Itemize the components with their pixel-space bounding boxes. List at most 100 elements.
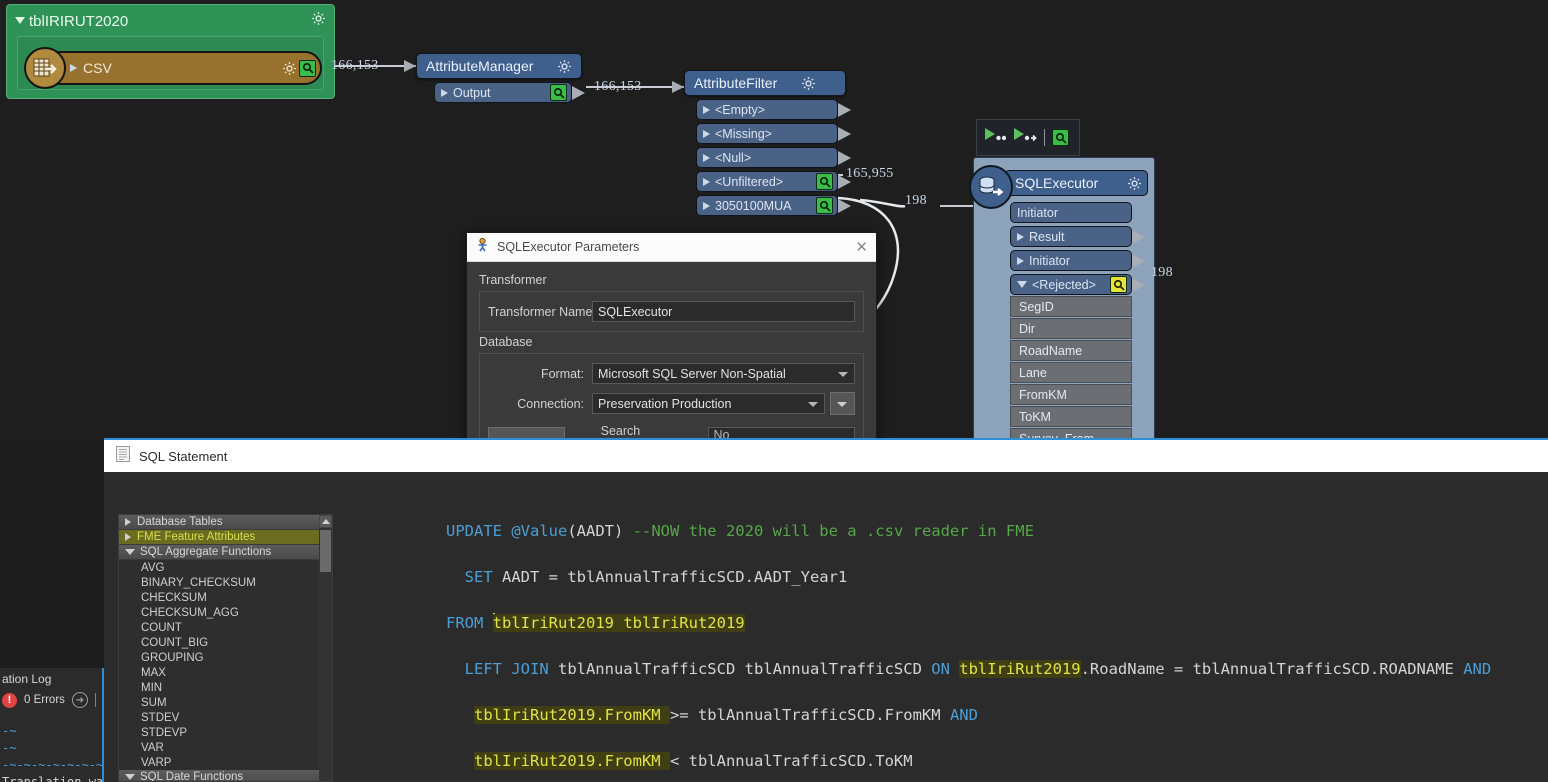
tree-group-sql-aggregate-functions[interactable]: SQL Aggregate Functions <box>119 545 332 560</box>
expand-caret-icon[interactable] <box>703 177 710 186</box>
tree-item-function[interactable]: COUNT_BIG <box>119 635 332 650</box>
scrollbar-thumb[interactable] <box>320 530 331 572</box>
port-3050100mua[interactable]: 3050100MUA <box>696 195 851 216</box>
sql-statement-panel[interactable]: SQL Statement Database Tables FME Featur… <box>104 438 1548 782</box>
tree-item-function[interactable]: MIN <box>119 680 332 695</box>
feature-count: 198 <box>1151 265 1173 280</box>
tree-group-database-tables[interactable]: Database Tables <box>119 515 332 530</box>
connection-menu-button[interactable] <box>830 392 855 415</box>
expand-caret-icon[interactable] <box>441 88 448 97</box>
chevron-down-icon[interactable] <box>125 774 135 780</box>
chevron-down-icon[interactable] <box>808 402 818 407</box>
sql-functions-tree[interactable]: Database Tables FME Feature Attributes S… <box>118 514 333 782</box>
reader-port-bar[interactable]: CSV <box>42 51 322 85</box>
tree-item-function[interactable]: STDEV <box>119 710 332 725</box>
tree-scrollbar[interactable] <box>319 515 332 781</box>
bookmark-collapse-caret-icon[interactable] <box>15 17 25 24</box>
tree-item-function[interactable]: AVG <box>119 560 332 575</box>
gear-icon[interactable] <box>545 59 572 74</box>
tree-item-function[interactable]: CHECKSUM_AGG <box>119 605 332 620</box>
feature-count: 166,153 <box>331 58 379 73</box>
tree-item-function[interactable]: SUM <box>119 695 332 710</box>
port-result[interactable]: Result <box>1010 226 1145 247</box>
port-output[interactable]: Output <box>434 82 585 103</box>
group-label-database: Database <box>479 335 533 349</box>
dialog-titlebar[interactable]: SQLExecutor Parameters ✕ <box>467 233 876 262</box>
tree-group-sql-date-functions[interactable]: SQL Date Functions <box>119 770 332 781</box>
chevron-right-icon[interactable] <box>125 533 131 541</box>
transformer-header[interactable]: AttributeManager <box>416 53 582 79</box>
port-empty[interactable]: <Empty> <box>696 99 851 120</box>
sqlexecutor-parameters-dialog[interactable]: SQLExecutor Parameters ✕ Transformer Tra… <box>466 232 877 440</box>
circle-arrow-right-icon[interactable]: ➔ <box>71 692 88 708</box>
expand-caret-icon[interactable] <box>1017 256 1024 265</box>
port-rejected[interactable]: <Rejected> <box>1010 274 1145 295</box>
port-initiator-output[interactable]: Initiator <box>1010 250 1145 271</box>
inspect-icon[interactable] <box>1052 129 1069 146</box>
expand-caret-icon[interactable] <box>1017 232 1024 241</box>
sql-code-editor[interactable]: UPDATE @Value(AADT) --NOW the 2020 will … <box>440 508 1548 782</box>
expand-caret-icon[interactable] <box>703 153 710 162</box>
gear-icon[interactable] <box>282 61 297 76</box>
node-mini-toolbar[interactable] <box>976 119 1080 156</box>
tree-item-function[interactable]: STDEVP <box>119 725 332 740</box>
expand-caret-icon[interactable] <box>703 201 710 210</box>
close-icon[interactable]: ✕ <box>855 240 868 255</box>
code-token-highlighted: tblIriRut2019 <box>959 660 1081 678</box>
transformer-header[interactable]: AttributeFilter <box>684 70 846 96</box>
fme-transformer-icon <box>475 237 490 257</box>
port-null[interactable]: <Null> <box>696 147 851 168</box>
expand-caret-icon[interactable] <box>703 105 710 114</box>
tree-item-function[interactable]: GROUPING <box>119 650 332 665</box>
tree-item-function[interactable]: VARP <box>119 755 332 770</box>
chevron-down-icon[interactable] <box>125 549 135 555</box>
run-from-here-icon[interactable] <box>1013 127 1037 148</box>
workspace-canvas[interactable]: tblIRIRUT2020 CSV AttributeManager Outpu… <box>0 0 1548 440</box>
tree-item-function[interactable]: VAR <box>119 740 332 755</box>
aggregate-function-list[interactable]: AVG BINARY_CHECKSUM CHECKSUM CHECKSUM_AGG CO… <box>119 560 332 770</box>
tree-item-function[interactable]: MAX <box>119 665 332 680</box>
log-tab-label[interactable]: ation Log <box>0 668 102 686</box>
transformer-title: AttributeFilter <box>694 75 778 91</box>
collapse-caret-icon[interactable] <box>1017 281 1027 288</box>
port-missing[interactable]: <Missing> <box>696 123 851 144</box>
reader-label: CSV <box>83 60 112 76</box>
format-select[interactable]: Microsoft SQL Server Non-Spatial <box>592 363 855 384</box>
tree-item-function[interactable]: CHECKSUM <box>119 590 332 605</box>
magnifier-icon[interactable] <box>1110 276 1127 293</box>
transformer-sqlexecutor[interactable]: SQLExecutor Initiator Result Initiator <… <box>969 157 1155 440</box>
magnifier-icon[interactable] <box>816 197 833 214</box>
transformer-attributefilter[interactable]: AttributeFilter <Empty> <Missing> <Null>… <box>684 70 851 216</box>
tree-item-function[interactable]: COUNT <box>119 620 332 635</box>
transformer-name-input[interactable]: SQLExecutor <box>592 301 855 322</box>
port-unfiltered[interactable]: <Unfiltered> <box>696 171 851 192</box>
magnifier-icon[interactable] <box>299 59 316 77</box>
chevron-right-icon[interactable] <box>125 518 131 526</box>
scroll-up-button[interactable] <box>319 515 332 528</box>
attribute-row: Lane <box>1010 362 1132 383</box>
tree-group-fme-feature-attributes[interactable]: FME Feature Attributes <box>119 530 332 545</box>
transformer-attributemanager[interactable]: AttributeManager Output <box>416 53 585 103</box>
magnifier-icon[interactable] <box>550 84 567 101</box>
run-to-here-icon[interactable] <box>984 127 1007 148</box>
tree-item-function[interactable]: BINARY_CHECKSUM <box>119 575 332 590</box>
attribute-row: Dir <box>1010 318 1132 339</box>
gear-icon[interactable] <box>1127 176 1142 191</box>
output-arrow-icon <box>1132 254 1145 268</box>
chevron-down-icon[interactable] <box>838 372 848 377</box>
code-token: ON <box>931 660 960 678</box>
connection-select[interactable]: Preservation Production <box>592 393 825 414</box>
expand-caret-icon[interactable] <box>703 129 710 138</box>
feature-count: 165,955 <box>846 166 894 181</box>
expand-caret-icon[interactable] <box>70 64 77 72</box>
transformer-header[interactable]: SQLExecutor <box>1004 170 1148 196</box>
gear-icon[interactable] <box>311 11 326 31</box>
code-token-highlighted: tblIriRut2019.FromKM <box>474 706 670 724</box>
translation-log-strip[interactable]: ation Log ! 0 Errors ➔ -~ -~ -~-~-~-~-~-~-… <box>0 668 104 782</box>
port-initiator-input[interactable]: Initiator <box>1010 202 1132 223</box>
gear-icon[interactable] <box>789 76 816 91</box>
code-token: --NOW the 2020 will be a .csv reader in … <box>632 522 1034 540</box>
magnifier-icon[interactable] <box>816 173 833 190</box>
toolbar-divider <box>1044 129 1045 146</box>
